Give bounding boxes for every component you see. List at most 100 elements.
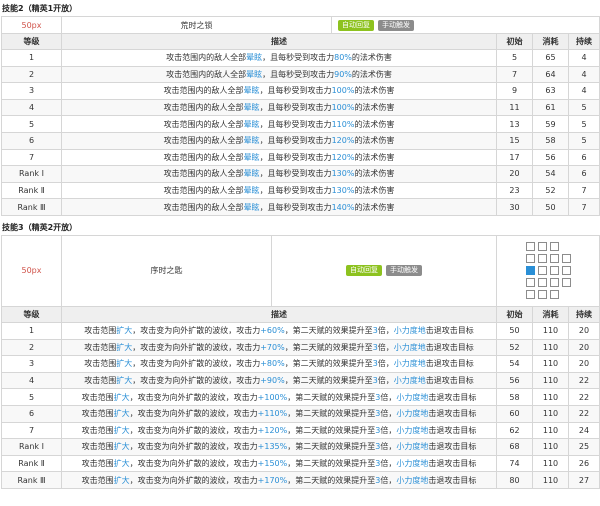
row-description: 攻击范围内的敌人全部晕眩，且每秒受到攻击力80%的法术伤害	[61, 49, 497, 67]
description-part: 小力度地	[396, 425, 429, 435]
row-duration: 27	[567, 471, 600, 489]
description-part: 扩大	[113, 409, 130, 419]
row-description: 攻击范围扩大，攻击变为向外扩散的波纹，攻击力+120%，第二天赋的效果提升至3倍…	[61, 421, 497, 440]
row-description: 攻击范围内的敌人全部晕眩，且每秒受到攻击力120%的法术伤害	[61, 148, 497, 167]
description-part: ，攻击变为向外扩散的波纹，攻击力	[132, 342, 261, 352]
description-part: ，攻击变为向外扩散的波纹，攻击力	[129, 409, 258, 419]
description-part: ，且每秒受到攻击力	[259, 152, 332, 162]
description-part: 攻击范围	[81, 409, 114, 419]
description-part: 攻击范围	[81, 392, 114, 402]
auto-recovery-tag: 自动回复	[338, 19, 374, 31]
skill3-icon: 50px	[1, 234, 62, 307]
description-part: 击退攻击目标	[428, 442, 477, 452]
description-part: +135%	[257, 442, 288, 452]
skill3-table: 50px 序时之匙 自动回复 手动触发 等级 描述 初始 消耗 持续 1 攻击范…	[1, 234, 600, 489]
description-part: 攻击范围内的敌人全部	[163, 119, 244, 129]
manual-trigger-tag: 手动触发	[386, 265, 422, 277]
description-part: ，且每秒受到攻击力	[259, 86, 332, 96]
description-part: 晕眩	[246, 53, 263, 63]
description-part: 晕眩	[243, 86, 260, 96]
description-part: 攻击范围	[84, 342, 117, 352]
row-description: 攻击范围内的敌人全部晕眩，且每秒受到攻击力100%的法术伤害	[61, 98, 497, 117]
auto-recovery-tag: 自动回复	[346, 265, 382, 277]
description-part: ，攻击变为向外扩散的波纹，攻击力	[132, 376, 261, 386]
row-initial: 60	[496, 404, 533, 423]
description-part: 扩大	[116, 342, 133, 352]
description-part: 扩大	[113, 425, 130, 435]
row-cost: 110	[532, 421, 569, 440]
description-part: 90%	[334, 69, 352, 79]
row-duration: 4	[568, 82, 600, 100]
row-cost: 56	[532, 148, 569, 167]
range-tile	[525, 254, 535, 264]
row-initial: 30	[496, 198, 533, 216]
description-part: 攻击范围	[81, 442, 114, 452]
description-part: 攻击范围内的敌人全部	[163, 103, 244, 113]
row-description: 攻击范围内的敌人全部晕眩，且每秒受到攻击力90%的法术伤害	[61, 65, 497, 84]
row-level: 6	[1, 404, 62, 423]
description-part: 的法术伤害	[354, 152, 395, 162]
description-part: ，且每秒受到攻击力	[259, 103, 332, 113]
row-duration: 4	[568, 65, 600, 84]
header-level: 等级	[1, 305, 62, 323]
range-tile	[537, 266, 547, 276]
description-part: 的法术伤害	[351, 53, 392, 63]
description-part: 晕眩	[243, 103, 260, 113]
row-initial: 58	[496, 388, 533, 406]
description-part: 120%	[331, 136, 355, 146]
description-part: ，攻击变为向外扩散的波纹，攻击力	[129, 458, 258, 468]
description-part: 倍，	[377, 359, 394, 369]
row-cost: 52	[532, 181, 569, 200]
row-level: 2	[1, 338, 62, 357]
description-part: 击退攻击目标	[425, 359, 474, 369]
description-part: 晕眩	[246, 69, 263, 79]
description-part: ，第二天赋的效果提升至	[287, 475, 376, 485]
description-part: 击退攻击目标	[425, 326, 474, 336]
row-initial: 56	[496, 371, 533, 390]
row-initial: 20	[496, 165, 533, 183]
description-part: ，第二天赋的效果提升至	[284, 376, 373, 386]
skill3-tags: 自动回复 手动触发	[271, 234, 497, 307]
range-tile	[537, 278, 547, 288]
description-part: ，攻击变为向外扩散的波纹，攻击力	[132, 359, 261, 369]
description-part: 的法术伤害	[354, 103, 395, 113]
description-part: 120%	[331, 152, 355, 162]
description-part: +90%	[260, 376, 285, 386]
row-description: 攻击范围内的敌人全部晕眩，且每秒受到攻击力100%的法术伤害	[61, 82, 497, 100]
row-cost: 65	[532, 49, 569, 67]
range-tile	[525, 278, 535, 288]
description-part: 击退攻击目标	[425, 342, 474, 352]
range-tile	[537, 290, 547, 300]
description-part: 小力度地	[396, 475, 429, 485]
row-description: 攻击范围扩大，攻击变为向外扩散的波纹，攻击力+150%，第二天赋的效果提升至3倍…	[61, 454, 497, 473]
table-row: 4 攻击范围扩大，攻击变为向外扩散的波纹，攻击力+90%，第二天赋的效果提升至3倍…	[1, 371, 600, 390]
description-part: 攻击范围内的敌人全部	[166, 53, 247, 63]
description-part: ，且每秒受到攻击力	[259, 136, 332, 146]
range-tile	[549, 242, 559, 252]
row-level: 2	[1, 65, 62, 84]
row-cost: 110	[532, 471, 569, 489]
description-part: 110%	[331, 119, 355, 129]
description-part: 攻击范围内的敌人全部	[163, 152, 244, 162]
description-part: ，且每秒受到攻击力	[259, 202, 332, 212]
row-initial: 15	[496, 131, 533, 150]
description-part: 晕眩	[243, 152, 260, 162]
description-part: ，第二天赋的效果提升至	[284, 359, 373, 369]
row-cost: 110	[532, 454, 569, 473]
description-part: 倍，	[380, 458, 397, 468]
row-duration: 22	[567, 388, 600, 406]
description-part: ，攻击变为向外扩散的波纹，攻击力	[129, 442, 258, 452]
description-part: 攻击范围内的敌人全部	[166, 69, 247, 79]
operator-position-tile	[525, 266, 535, 276]
description-part: 小力度地	[393, 376, 426, 386]
row-level: 7	[1, 148, 62, 167]
table-row: Rank Ⅱ 攻击范围内的敌人全部晕眩，且每秒受到攻击力130%的法术伤害 23 52…	[1, 181, 600, 200]
attack-range-cell	[495, 234, 600, 307]
table-row: 3 攻击范围扩大，攻击变为向外扩散的波纹，攻击力+80%，第二天赋的效果提升至3倍…	[1, 355, 600, 373]
description-part: 倍，	[380, 425, 397, 435]
row-duration: 20	[567, 355, 600, 373]
description-part: 倍，	[380, 475, 397, 485]
row-level: 6	[1, 131, 62, 150]
range-tile	[525, 242, 535, 252]
row-initial: 74	[496, 454, 533, 473]
